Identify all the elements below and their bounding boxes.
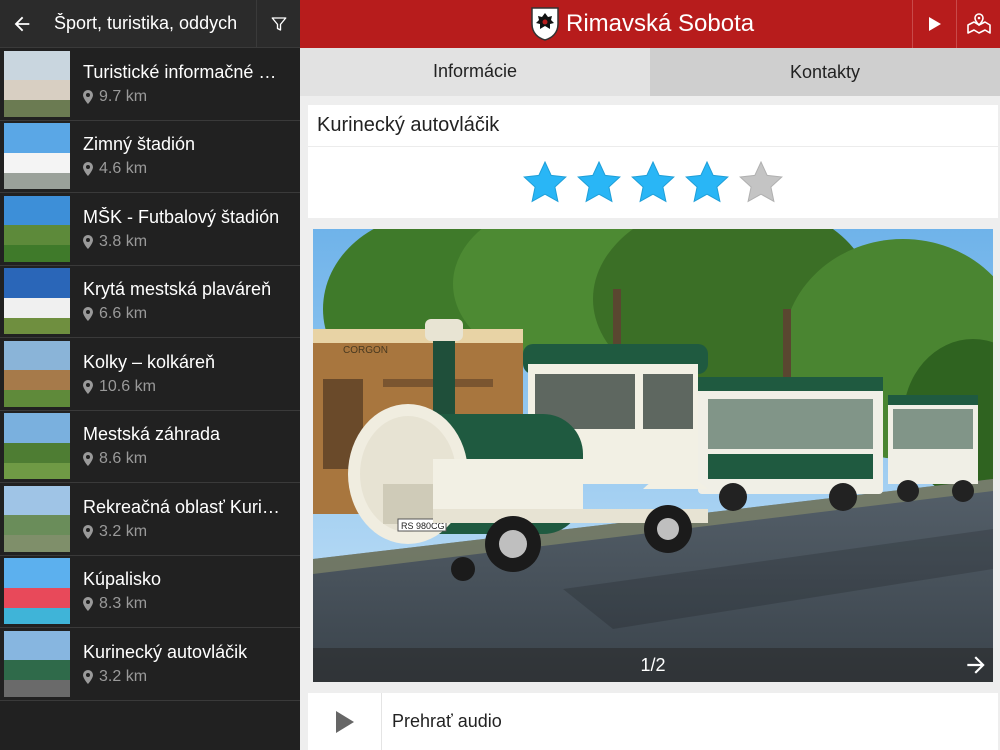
poi-name: Krytá mestská plaváreň [83, 279, 272, 300]
coat-of-arms-icon [531, 7, 559, 41]
back-button[interactable] [0, 0, 44, 48]
map-pin-icon [83, 597, 93, 612]
audio-play-button[interactable] [308, 693, 382, 750]
map-pin-icon [83, 452, 93, 467]
poi-title: Kurinecký autovláčik [308, 105, 998, 147]
tab-information[interactable]: Informácie [300, 48, 650, 96]
poi-distance: 6.6 km [99, 305, 148, 323]
poi-list-item[interactable]: Krytá mestská plaváreň 6.6 km [0, 266, 300, 338]
poi-list-item[interactable]: Zimný štadión 4.6 km [0, 121, 300, 193]
audio-label[interactable]: Prehrať audio [382, 711, 502, 732]
poi-name: Kolky – kolkáreň [83, 351, 216, 372]
star-icon[interactable] [739, 161, 783, 203]
poi-list-item[interactable]: Turistické informačné centrum 9.7 km [0, 48, 300, 121]
map-pin-icon [83, 379, 93, 394]
filter-button[interactable] [256, 0, 300, 48]
gallery-counter: 1/2 [640, 655, 666, 675]
map-pin-icon [83, 307, 93, 322]
poi-name: Mestská záhrada [83, 424, 221, 445]
poi-thumbnail [4, 268, 70, 335]
poi-thumbnail [4, 195, 70, 262]
poi-distance: 3.8 km [99, 232, 148, 250]
map-pin-icon [83, 234, 93, 249]
star-icon[interactable] [577, 161, 621, 203]
poi-distance: 3.2 km [99, 522, 148, 540]
poi-distance: 10.6 km [99, 377, 156, 395]
poi-list-item[interactable]: Kolky – kolkáreň 10.6 km [0, 338, 300, 411]
app-title: Rimavská Sobota [566, 10, 755, 37]
poi-distance: 3.2 km [99, 667, 148, 685]
poi-name: Turistické informačné centrum [83, 61, 283, 82]
title-card: Kurinecký autovláčik [308, 105, 998, 218]
poi-distance: 9.7 km [99, 87, 148, 105]
detail-pane: Rimavská Sobota Informácie Kontakty Kuri… [300, 0, 1000, 750]
gallery-photo: CORGON RS 980CG [313, 229, 993, 682]
map-pin-icon [83, 162, 93, 177]
poi-name: Zimný štadión [83, 134, 196, 155]
map-pin-icon [83, 669, 93, 684]
audio-player: Prehrať audio [308, 693, 998, 750]
star-icon[interactable] [523, 161, 567, 203]
poi-name: MŠK - Futbalový štadión [83, 206, 280, 227]
map-icon [966, 13, 991, 34]
detail-tabs: Informácie Kontakty [300, 48, 1000, 96]
map-button[interactable] [956, 0, 1000, 48]
poi-list-item[interactable]: Kurinecký autovláčik 3.2 km [0, 628, 300, 701]
poi-thumbnail [4, 558, 70, 625]
tab-contacts[interactable]: Kontakty [650, 48, 1000, 96]
poi-sidebar: Šport, turistika, oddych Turistické info… [0, 0, 300, 750]
poi-list-item[interactable]: Mestská záhrada 8.6 km [0, 411, 300, 483]
poi-name: Kúpalisko [83, 569, 162, 590]
play-icon [335, 710, 354, 733]
poi-list-item[interactable]: Rekreačná oblasť Kurinec 3.2 km [0, 483, 300, 556]
poi-name: Kurinecký autovláčik [83, 641, 248, 662]
rating[interactable] [308, 147, 998, 217]
star-icon[interactable] [631, 161, 675, 203]
poi-thumbnail [4, 50, 70, 117]
category-title: Šport, turistika, oddych [54, 13, 238, 33]
poi-thumbnail [4, 340, 70, 407]
map-pin-icon [83, 524, 93, 539]
booth-sign: CORGON [343, 345, 388, 356]
play-tour-button[interactable] [912, 0, 956, 48]
poi-name: Rekreačná oblasť Kurinec [83, 496, 283, 517]
poi-list-item[interactable]: Kúpalisko 8.3 km [0, 556, 300, 628]
poi-thumbnail [4, 413, 70, 480]
play-icon [928, 17, 941, 31]
poi-thumbnail [4, 485, 70, 552]
filter-icon [271, 16, 286, 31]
app-header: Rimavská Sobota [300, 0, 1000, 48]
poi-distance: 8.3 km [99, 595, 148, 613]
poi-distance: 8.6 km [99, 450, 148, 468]
poi-list: Turistické informačné centrum 9.7 km Zimný… [0, 48, 300, 701]
poi-list-item[interactable]: MŠK - Futbalový štadión 3.8 km [0, 193, 300, 266]
arrow-left-icon [14, 16, 30, 31]
arrow-right-icon[interactable] [963, 652, 989, 678]
poi-thumbnail [4, 123, 70, 190]
star-icon[interactable] [685, 161, 729, 203]
sidebar-toolbar: Šport, turistika, oddych [0, 0, 300, 48]
brand: Rimavská Sobota [530, 0, 754, 48]
poi-thumbnail [4, 630, 70, 697]
photo-gallery[interactable]: CORGON RS 980CG 1/2 [313, 229, 993, 682]
map-pin-icon [83, 89, 93, 104]
poi-distance: 4.6 km [99, 160, 148, 178]
